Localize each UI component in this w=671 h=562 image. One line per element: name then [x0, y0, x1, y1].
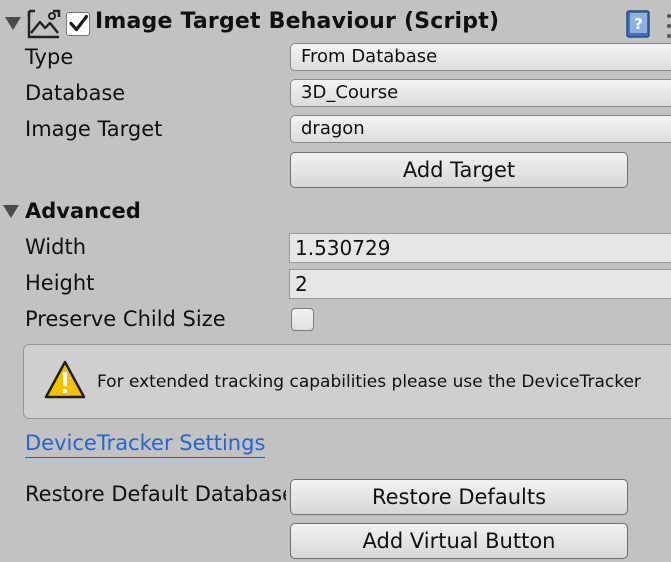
restore-default-database-label: Restore Default Database [25, 482, 286, 506]
type-dropdown[interactable]: From Database [290, 43, 671, 71]
image-target-icon [27, 9, 61, 39]
width-field[interactable]: 1.530729 [289, 233, 671, 263]
image-target-dropdown[interactable]: dragon [290, 115, 671, 143]
advanced-foldout-arrow-icon[interactable] [3, 205, 19, 218]
advanced-section-title[interactable]: Advanced [25, 197, 141, 225]
add-target-button[interactable]: Add Target [290, 152, 628, 188]
restore-defaults-button[interactable]: Restore Defaults [290, 479, 628, 515]
foldout-arrow-icon[interactable] [5, 17, 21, 30]
help-book-icon[interactable]: ? [626, 10, 652, 38]
component-menu-icon[interactable] [663, 8, 671, 40]
height-field[interactable]: 2 [289, 269, 671, 299]
warning-icon [44, 360, 86, 399]
component-header[interactable]: Image Target Behaviour (Script) ? [0, 0, 671, 44]
database-label: Database [25, 81, 126, 105]
preserve-child-size-checkbox[interactable] [291, 308, 314, 331]
database-dropdown[interactable]: 3D_Course [290, 79, 671, 107]
component-enable-checkbox[interactable] [66, 12, 90, 36]
image-target-label: Image Target [25, 117, 163, 141]
svg-text:?: ? [634, 15, 643, 33]
component-title: Image Target Behaviour (Script) [95, 9, 500, 34]
device-tracker-settings-link[interactable]: DeviceTracker Settings [25, 429, 266, 458]
warning-help-box: For extended tracking capabilities pleas… [23, 344, 671, 419]
width-label: Width [25, 235, 87, 259]
type-label: Type [25, 45, 74, 69]
add-virtual-button-button[interactable]: Add Virtual Button [290, 523, 628, 559]
inspector-panel: Image Target Behaviour (Script) ? Type F… [0, 0, 671, 562]
height-label: Height [25, 271, 95, 295]
checkmark-icon [69, 14, 89, 32]
warning-text: For extended tracking capabilities pleas… [97, 372, 641, 392]
preserve-child-size-label: Preserve Child Size [25, 307, 226, 331]
